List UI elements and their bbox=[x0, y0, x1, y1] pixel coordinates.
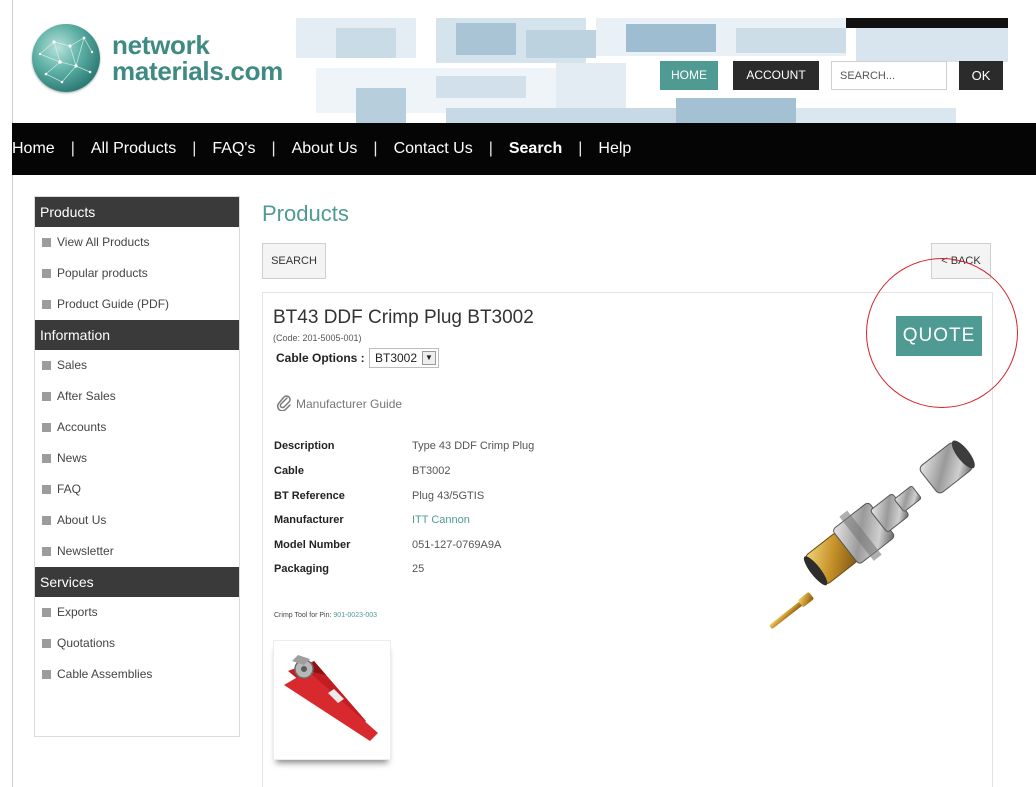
sidebar-item-product-guide[interactable]: Product Guide (PDF) bbox=[35, 289, 239, 320]
sidebar-item-news[interactable]: News bbox=[35, 443, 239, 474]
sidebar-item-cable-assemblies[interactable]: Cable Assemblies bbox=[35, 659, 239, 690]
crimp-tool-link[interactable]: 901-0023-003 bbox=[333, 612, 377, 619]
sidebar-item-label: Popular products bbox=[57, 266, 148, 280]
sidebar-item-label: Cable Assemblies bbox=[57, 667, 153, 681]
search-button[interactable]: SEARCH bbox=[262, 243, 326, 279]
bullet-square-icon bbox=[42, 608, 51, 617]
sidebar-item-about-us[interactable]: About Us bbox=[35, 505, 239, 536]
sidebar-item-popular-products[interactable]: Popular products bbox=[35, 258, 239, 289]
sidebar-item-label: Product Guide (PDF) bbox=[57, 297, 170, 311]
crimp-tool-line: Crimp Tool for Pin: 901-0023-003 bbox=[274, 612, 377, 619]
spec-key: Cable bbox=[274, 465, 304, 477]
sidebar-item-label: Exports bbox=[57, 605, 98, 619]
spec-key: Description bbox=[274, 440, 335, 452]
sidebar-item-label: View All Products bbox=[57, 235, 150, 249]
highlight-circle-annotation bbox=[866, 258, 1018, 408]
bullet-square-icon bbox=[42, 300, 51, 309]
sidebar-item-accounts[interactable]: Accounts bbox=[35, 412, 239, 443]
cable-options-select[interactable]: BT3002 ▼ bbox=[369, 348, 439, 368]
nav-separator: | bbox=[271, 140, 276, 157]
sidebar-item-view-all-products[interactable]: View All Products bbox=[35, 227, 239, 258]
spec-key: Packaging bbox=[274, 563, 330, 575]
spec-value: 051-127-0769A9A bbox=[412, 539, 502, 551]
main-nav: Home | All Products | FAQ's | About Us |… bbox=[12, 123, 1036, 175]
nav-separator: | bbox=[192, 140, 197, 157]
spec-value: Type 43 DDF Crimp Plug bbox=[412, 440, 535, 452]
spec-key: Manufacturer bbox=[274, 514, 344, 526]
bullet-square-icon bbox=[42, 516, 51, 525]
bullet-square-icon bbox=[42, 238, 51, 247]
nav-separator: | bbox=[578, 140, 583, 157]
bullet-square-icon bbox=[42, 670, 51, 679]
globe-logo-icon bbox=[32, 24, 100, 92]
site-header: network materials.com HOME ACCOUNT OK bbox=[0, 0, 1036, 123]
sidebar-item-exports[interactable]: Exports bbox=[35, 597, 239, 628]
spec-value: Plug 43/5GTIS bbox=[412, 490, 485, 502]
sidebar-item-label: Sales bbox=[57, 358, 88, 372]
site-logo[interactable]: network materials.com bbox=[32, 18, 283, 98]
sidebar-item-label: About Us bbox=[57, 513, 107, 527]
bullet-square-icon bbox=[42, 639, 51, 648]
crimp-tool-image[interactable] bbox=[273, 640, 391, 760]
paperclip-icon bbox=[276, 395, 291, 411]
header-search-input[interactable] bbox=[831, 61, 947, 90]
nav-separator: | bbox=[488, 140, 493, 157]
account-button[interactable]: ACCOUNT bbox=[733, 61, 819, 90]
sidebar-heading-information: Information bbox=[35, 320, 239, 350]
bullet-square-icon bbox=[42, 454, 51, 463]
logo-text-network: network bbox=[112, 30, 210, 60]
nav-search[interactable]: Search bbox=[509, 140, 562, 158]
sidebar-item-quotations[interactable]: Quotations bbox=[35, 628, 239, 659]
bullet-square-icon bbox=[42, 423, 51, 432]
search-ok-button[interactable]: OK bbox=[959, 61, 1003, 90]
bullet-square-icon bbox=[42, 269, 51, 278]
nav-about-us[interactable]: About Us bbox=[292, 140, 358, 158]
sidebar-heading-products: Products bbox=[35, 197, 239, 227]
page-title: Products bbox=[262, 201, 349, 226]
product-title: BT43 DDF Crimp Plug BT3002 bbox=[273, 307, 534, 328]
cable-options-value: BT3002 bbox=[375, 351, 418, 365]
bullet-square-icon bbox=[42, 547, 51, 556]
sidebar-item-label: Newsletter bbox=[57, 544, 114, 558]
nav-separator: | bbox=[70, 140, 75, 157]
manufacturer-guide-link[interactable]: Manufacturer Guide bbox=[296, 397, 402, 411]
crimp-tool-label: Crimp Tool for Pin: bbox=[274, 612, 332, 619]
product-code: (Code: 201-5005-001) bbox=[273, 333, 362, 343]
cable-options-label: Cable Options : bbox=[276, 351, 365, 365]
home-button[interactable]: HOME bbox=[660, 61, 718, 90]
connector-product-image bbox=[769, 440, 975, 629]
spec-value: BT3002 bbox=[412, 465, 451, 477]
spec-key: BT Reference bbox=[274, 490, 345, 502]
sidebar-item-after-sales[interactable]: After Sales bbox=[35, 381, 239, 412]
nav-all-products[interactable]: All Products bbox=[91, 140, 176, 158]
bullet-square-icon bbox=[42, 392, 51, 401]
nav-separator: | bbox=[373, 140, 378, 157]
nav-faqs[interactable]: FAQ's bbox=[212, 140, 255, 158]
manufacturer-link[interactable]: ITT Cannon bbox=[412, 514, 470, 526]
sidebar-item-label: Quotations bbox=[57, 636, 116, 650]
sidebar-item-newsletter[interactable]: Newsletter bbox=[35, 536, 239, 567]
crimp-tool-drawing bbox=[284, 655, 378, 741]
sidebar-item-label: Accounts bbox=[57, 420, 107, 434]
sidebar-item-label: After Sales bbox=[57, 389, 116, 403]
nav-contact-us[interactable]: Contact Us bbox=[394, 140, 473, 158]
nav-home[interactable]: Home bbox=[12, 140, 55, 158]
sidebar-heading-services: Services bbox=[35, 567, 239, 597]
chevron-down-icon: ▼ bbox=[422, 351, 436, 365]
sidebar: Products View All Products Popular produ… bbox=[34, 196, 240, 737]
nav-help[interactable]: Help bbox=[598, 140, 631, 158]
logo-text-materials: materials.com bbox=[112, 56, 283, 86]
spec-key: Model Number bbox=[274, 539, 351, 551]
bullet-square-icon bbox=[42, 485, 51, 494]
sidebar-item-sales[interactable]: Sales bbox=[35, 350, 239, 381]
sidebar-item-faq[interactable]: FAQ bbox=[35, 474, 239, 505]
sidebar-item-label: News bbox=[57, 451, 88, 465]
sidebar-item-label: FAQ bbox=[57, 482, 82, 496]
spec-value: 25 bbox=[412, 563, 425, 575]
bullet-square-icon bbox=[42, 361, 51, 370]
